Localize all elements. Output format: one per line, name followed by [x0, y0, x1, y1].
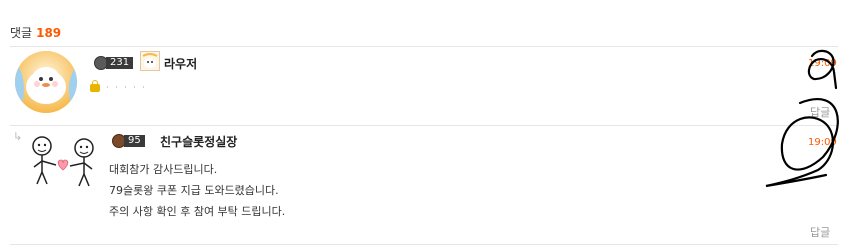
comment-header-label: 댓글: [10, 26, 33, 40]
mini-avatar[interactable]: [140, 51, 160, 71]
divider: [10, 46, 838, 47]
comment-header: 댓글 189: [10, 24, 61, 41]
avatar[interactable]: [15, 51, 77, 113]
level-badge-icon: 95: [112, 134, 145, 148]
annotation-stroke: [807, 49, 838, 90]
nickname[interactable]: 친구슬롯정실장: [160, 133, 237, 150]
reply-button[interactable]: 답글: [810, 224, 830, 240]
comment-count: 189: [36, 26, 62, 40]
divider: [10, 244, 838, 245]
comment-time: 19:09: [808, 58, 837, 69]
comment-line: 대회참가 감사드립니다.: [109, 163, 218, 176]
reply-arrow-icon: ↳: [13, 130, 23, 143]
comment-line: 주의 사항 확인 후 참여 부탁 드립니다.: [109, 205, 286, 218]
comment-time: 19:09: [808, 137, 837, 148]
avatar[interactable]: [28, 132, 98, 188]
comment-line: 79슬롯왕 쿠폰 지급 도와드렸습니다.: [109, 184, 279, 197]
lock-icon: [90, 79, 100, 92]
masked-line: · · · · ·: [90, 79, 147, 92]
divider: [10, 125, 838, 126]
masked-text: · · · · ·: [106, 83, 147, 92]
level-badge-icon: 231: [94, 56, 134, 70]
nickname[interactable]: 라우저: [164, 55, 197, 72]
level-number: 231: [106, 57, 134, 69]
reply-button[interactable]: 답글: [810, 104, 830, 120]
level-number: 95: [124, 135, 145, 147]
